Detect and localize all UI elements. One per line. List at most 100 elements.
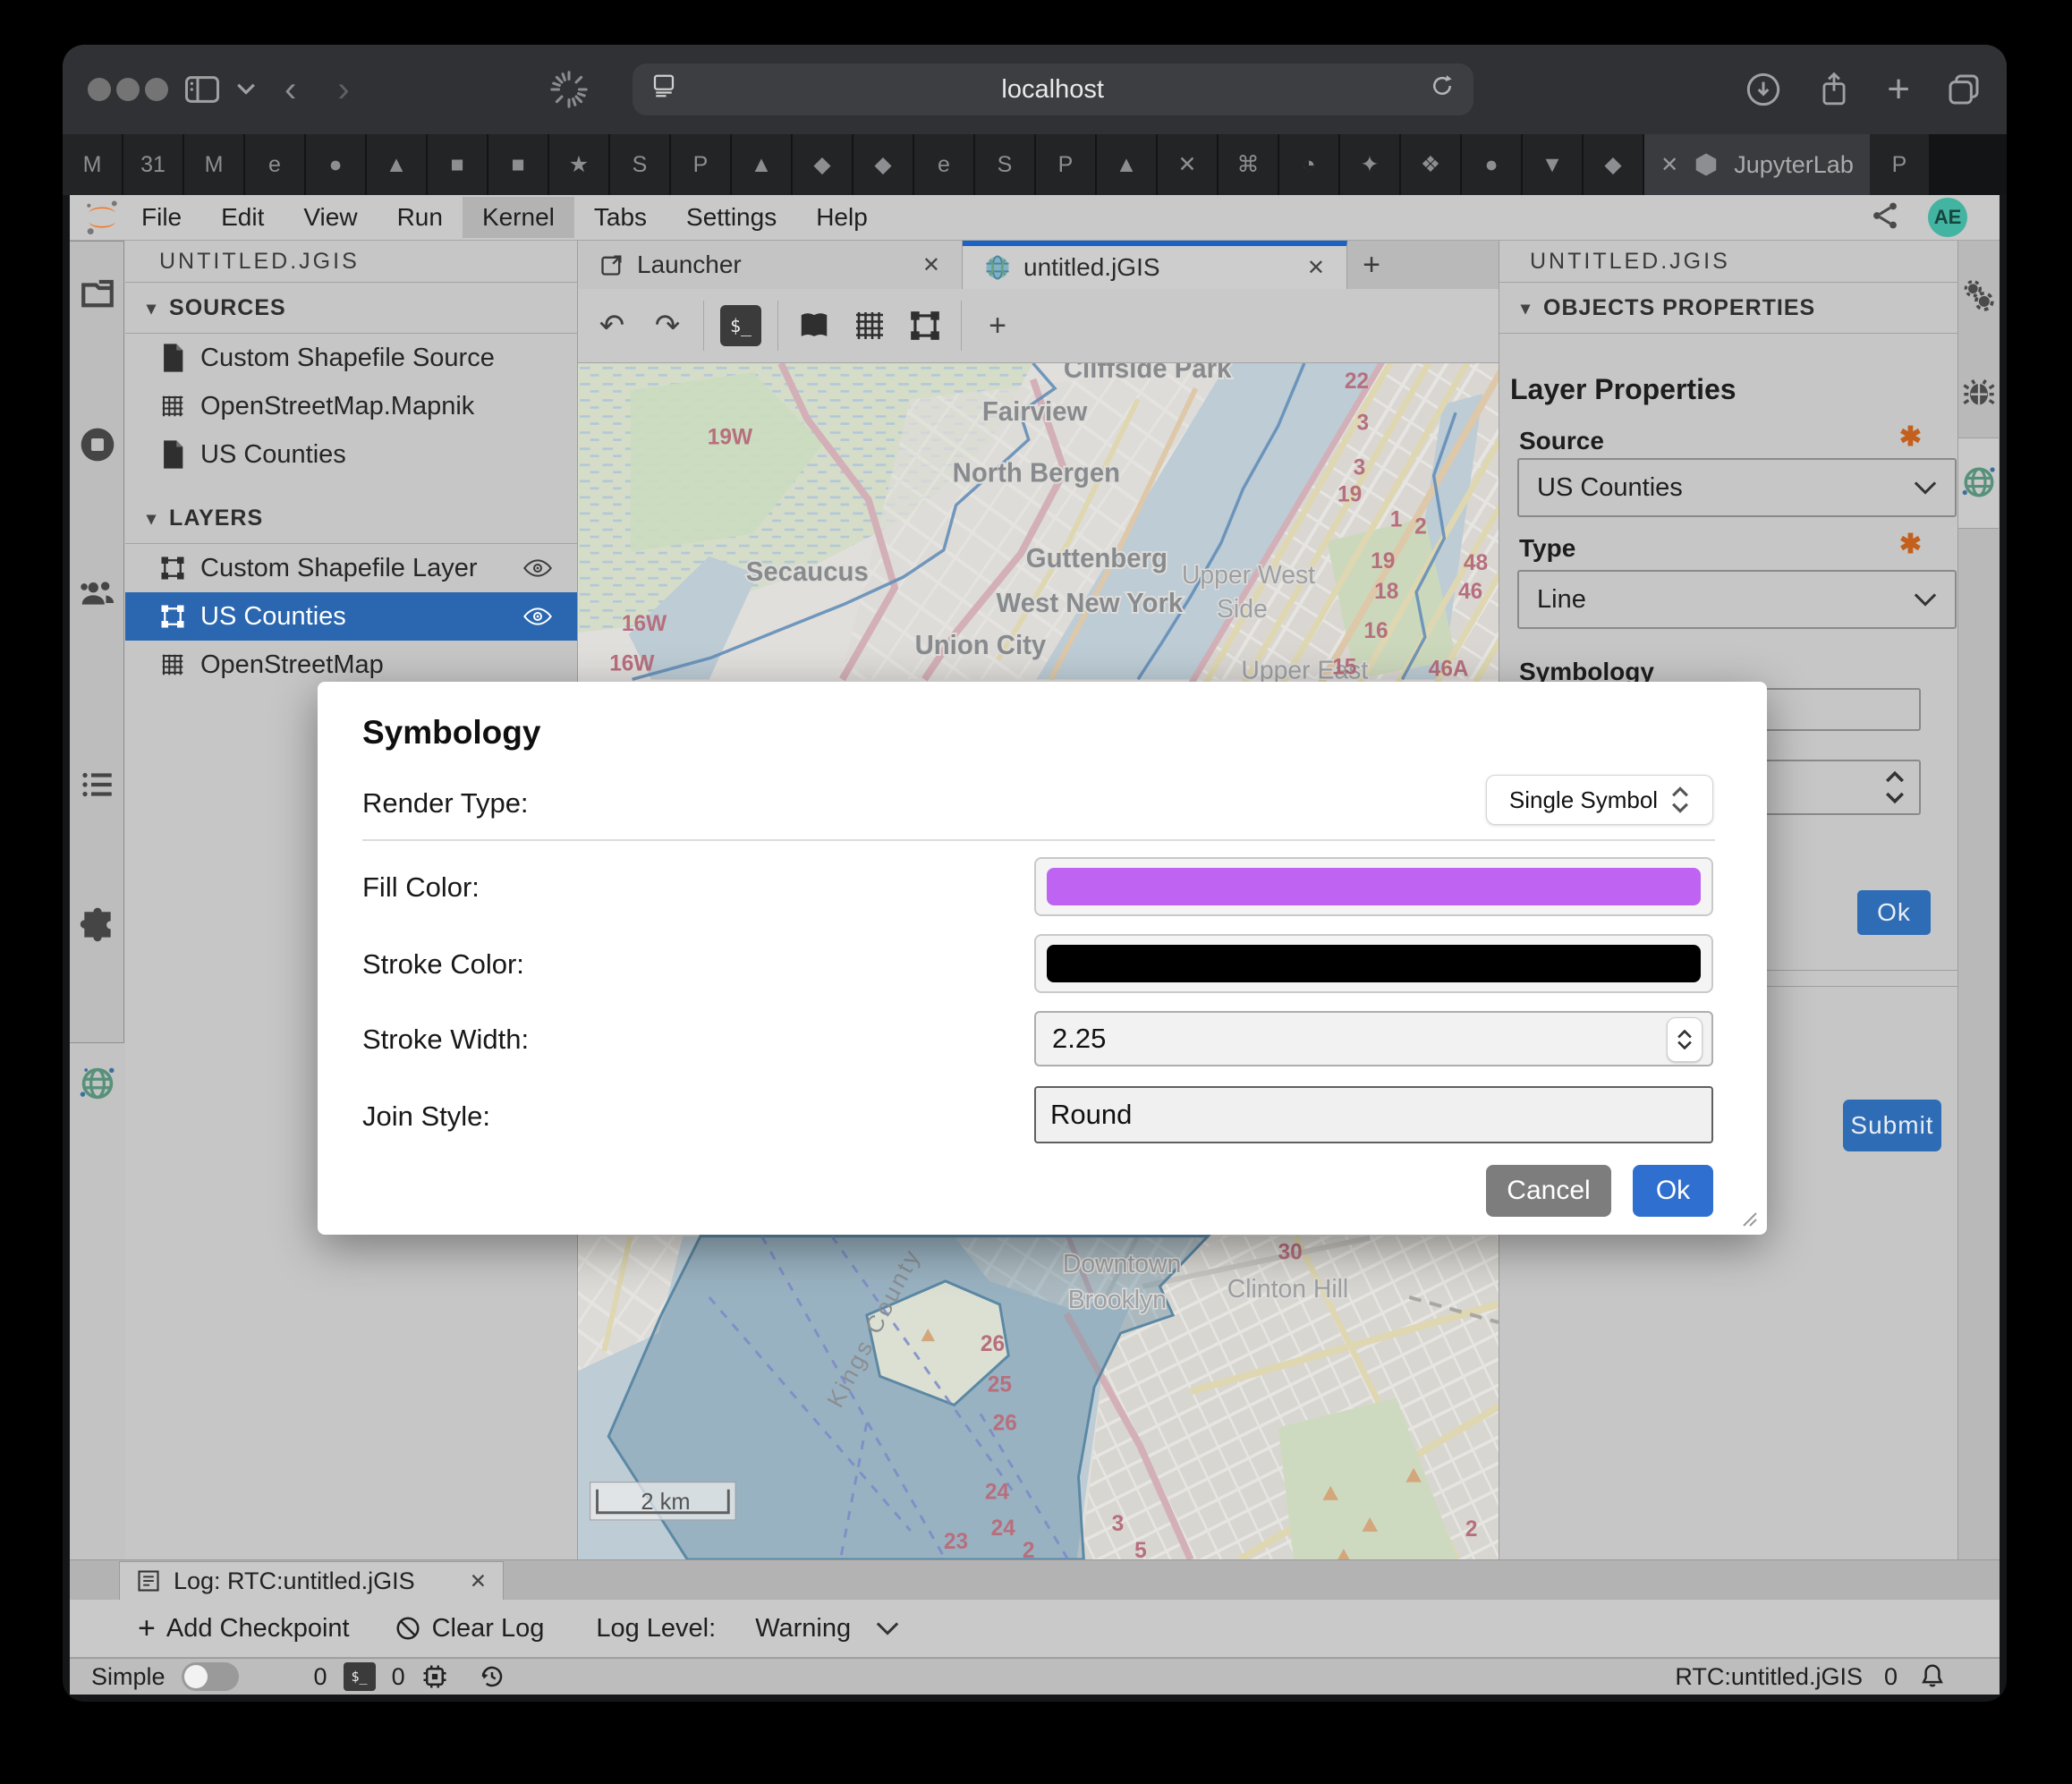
close-tab-icon[interactable]: ✕ <box>922 252 940 278</box>
minimize-window-button[interactable] <box>116 78 140 101</box>
stepper-icon[interactable] <box>1667 1017 1703 1062</box>
collaboration-icon[interactable] <box>78 573 117 613</box>
share-icon[interactable] <box>1817 71 1851 108</box>
menu-settings[interactable]: Settings <box>667 197 796 238</box>
eye-icon[interactable] <box>523 606 552 627</box>
pinned-tab[interactable]: P <box>1870 134 1929 195</box>
render-type-select[interactable]: Single Symbol <box>1486 775 1713 825</box>
join-style-select[interactable]: Round <box>1034 1086 1713 1143</box>
pinned-tab[interactable]: e <box>245 134 304 195</box>
clear-log-button[interactable]: Clear Log <box>432 1614 545 1644</box>
tab-launcher[interactable]: Launcher ✕ <box>578 241 963 289</box>
source-item-custom-shapefile[interactable]: Custom Shapefile Source <box>125 334 577 382</box>
undo-icon[interactable]: ↶ <box>592 305 632 346</box>
traffic-lights[interactable] <box>88 78 168 101</box>
sidebar-toggle-icon[interactable] <box>184 74 220 105</box>
pinned-tab[interactable]: ◆ <box>793 134 852 195</box>
pinned-tab[interactable]: ⌘ <box>1219 134 1278 195</box>
log-tab[interactable]: Log: RTC:untitled.jGIS ✕ <box>119 1561 504 1600</box>
running-kernels-icon[interactable] <box>78 425 117 464</box>
type-select[interactable]: Line <box>1517 570 1957 629</box>
stroke-color-swatch[interactable] <box>1047 945 1701 982</box>
property-inspector-icon[interactable] <box>1959 276 1999 316</box>
pinned-tab[interactable]: ● <box>1462 134 1521 195</box>
pinned-tab[interactable]: ◔ <box>1279 134 1338 195</box>
source-item-osm-mapnik[interactable]: OpenStreetMap.Mapnik <box>125 382 577 430</box>
terminal-icon[interactable]: $_ <box>344 1662 376 1691</box>
redo-icon[interactable]: ↷ <box>648 305 687 346</box>
sources-section-header[interactable]: ▾ SOURCES <box>125 283 577 334</box>
close-tab-icon[interactable]: ✕ <box>1307 255 1325 281</box>
menu-run[interactable]: Run <box>378 197 463 238</box>
chevron-down-icon[interactable] <box>236 83 256 96</box>
close-tab-icon[interactable]: ✕ <box>470 1569 487 1593</box>
table-of-contents-icon[interactable] <box>78 765 117 804</box>
reload-icon[interactable] <box>1429 72 1456 106</box>
debugger-icon[interactable] <box>1959 373 1999 412</box>
back-button[interactable]: ‹ <box>272 72 309 107</box>
menu-view[interactable]: View <box>284 197 377 238</box>
menu-edit[interactable]: Edit <box>201 197 284 238</box>
menu-kernel[interactable]: Kernel <box>463 197 574 238</box>
basemap-icon[interactable] <box>794 305 834 346</box>
pinned-tab[interactable]: ★ <box>549 134 608 195</box>
pinned-tab[interactable]: ❖ <box>1401 134 1460 195</box>
log-level-select[interactable]: Warning <box>755 1614 851 1644</box>
history-icon[interactable] <box>479 1663 505 1690</box>
forward-button[interactable]: › <box>325 72 361 107</box>
raster-layer-icon[interactable] <box>850 305 889 346</box>
stroke-color-picker[interactable] <box>1034 934 1713 993</box>
console-icon[interactable]: $_ <box>720 305 761 346</box>
stepper-icon[interactable] <box>1881 769 1908 806</box>
pinned-tab[interactable]: ✕ <box>1158 134 1217 195</box>
pinned-tab[interactable]: ▲ <box>1097 134 1156 195</box>
url-text[interactable]: localhost <box>677 75 1429 105</box>
pinned-tab[interactable]: S <box>610 134 669 195</box>
fill-color-swatch[interactable] <box>1047 868 1701 905</box>
jupytergis-panel-icon[interactable] <box>1959 463 1999 502</box>
chevron-down-icon[interactable] <box>876 1621 899 1635</box>
new-tab-button[interactable]: + <box>1347 241 1396 289</box>
avatar[interactable]: AE <box>1928 198 1967 237</box>
tab-overview-icon[interactable] <box>1946 72 1982 107</box>
pinned-tab[interactable]: ■ <box>428 134 487 195</box>
pinned-tab[interactable]: P <box>1036 134 1095 195</box>
add-checkpoint-button[interactable]: Add Checkpoint <box>166 1614 350 1644</box>
objects-properties-header[interactable]: ▾ OBJECTS PROPERTIES <box>1499 283 1957 334</box>
menu-file[interactable]: File <box>122 197 201 238</box>
close-tab-icon[interactable]: ✕ <box>1660 152 1678 178</box>
fill-color-picker[interactable] <box>1034 857 1713 916</box>
extensions-icon[interactable] <box>78 905 117 944</box>
share-nodes-icon[interactable] <box>1869 200 1901 236</box>
add-layer-icon[interactable]: + <box>978 305 1017 346</box>
source-item-us-counties[interactable]: US Counties <box>125 430 577 479</box>
jupytergis-globe-icon[interactable] <box>78 1064 117 1103</box>
address-bar[interactable]: localhost <box>633 64 1473 115</box>
vector-layer-icon[interactable] <box>905 305 945 346</box>
submit-button[interactable]: Submit <box>1843 1100 1941 1151</box>
pinned-tab[interactable]: ◆ <box>853 134 913 195</box>
resize-handle-icon[interactable] <box>1740 1210 1758 1228</box>
downloads-icon[interactable] <box>1745 72 1781 107</box>
stroke-width-input[interactable]: 2.25 <box>1034 1011 1713 1066</box>
new-tab-icon[interactable]: + <box>1887 67 1910 112</box>
pinned-tab[interactable]: ▲ <box>367 134 426 195</box>
cancel-button[interactable]: Cancel <box>1486 1165 1611 1217</box>
menu-help[interactable]: Help <box>796 197 887 238</box>
zoom-window-button[interactable] <box>145 78 168 101</box>
source-select[interactable]: US Counties <box>1517 458 1957 517</box>
browser-tab-jupyterlab[interactable]: ✕ JupyterLab <box>1644 134 1870 195</box>
pinned-tab[interactable]: e <box>914 134 973 195</box>
tab-untitled-jgis[interactable]: untitled.jGIS ✕ <box>963 241 1347 289</box>
menu-tabs[interactable]: Tabs <box>574 197 667 238</box>
pinned-tab[interactable]: ● <box>306 134 365 195</box>
kernel-chip-icon[interactable] <box>421 1663 448 1690</box>
pinned-tab[interactable]: P <box>671 134 730 195</box>
layers-section-header[interactable]: ▾ LAYERS <box>125 493 577 544</box>
bell-icon[interactable] <box>1919 1662 1946 1691</box>
pinned-tab[interactable]: ■ <box>488 134 548 195</box>
pinned-tab[interactable]: 31 <box>123 134 183 195</box>
simple-mode-toggle[interactable] <box>182 1662 239 1691</box>
pinned-tab[interactable]: ▲ <box>732 134 791 195</box>
layer-item-custom-shapefile[interactable]: Custom Shapefile Layer <box>125 544 577 592</box>
